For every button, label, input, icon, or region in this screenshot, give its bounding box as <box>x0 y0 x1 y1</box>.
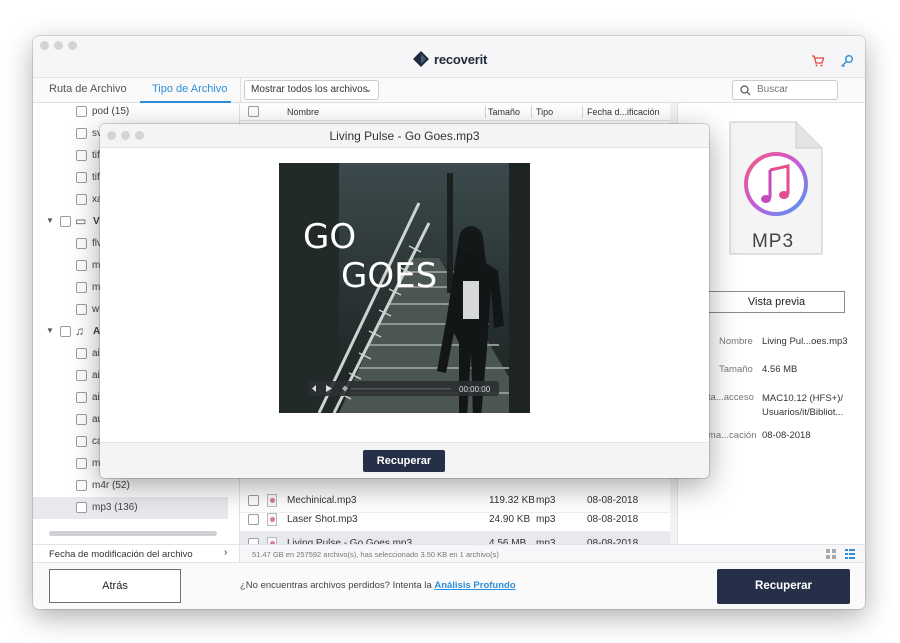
horizontal-scrollbar[interactable] <box>49 531 217 536</box>
prop-name-value: Living Pul...oes.mp3 <box>762 336 848 347</box>
checkbox[interactable] <box>76 458 87 469</box>
sort-by-date[interactable]: Fecha de modificación del archivo › <box>33 544 240 562</box>
chevron-down-icon: ⌄ <box>364 84 372 94</box>
checkbox[interactable] <box>248 514 259 525</box>
cover-title-line-1: GO <box>303 217 356 257</box>
bottom-bar: Atrás ¿No encuentras archivos perdidos? … <box>33 562 865 609</box>
checkbox[interactable] <box>76 480 87 491</box>
checkbox[interactable] <box>60 216 71 227</box>
checkbox[interactable] <box>76 414 87 425</box>
minimize-modal-button[interactable] <box>121 131 130 140</box>
album-cover: GO GOES 00:00:00 <box>279 163 530 413</box>
title-bar: recoverit <box>33 36 865 78</box>
audio-file-icon <box>267 494 277 507</box>
grid-view-icon[interactable] <box>826 549 836 559</box>
chevron-right-icon: › <box>224 547 228 558</box>
prompt-text: ¿No encuentras archivos perdidos? Intent… <box>240 580 432 591</box>
prop-name-key: Nombre <box>719 336 753 347</box>
audio-file-icon <box>267 513 277 526</box>
tabs-bar: Ruta de Archivo Tipo de Archivo Mostrar … <box>33 78 865 103</box>
progress-track[interactable] <box>351 388 451 390</box>
checkbox[interactable] <box>60 326 71 337</box>
checkbox[interactable] <box>76 304 87 315</box>
checkbox[interactable] <box>76 436 87 447</box>
close-modal-button[interactable] <box>107 131 116 140</box>
table-header: Nombre Tamaño Tipo Fecha d...ificación <box>240 103 670 121</box>
status-bar: 51.47 GB en 257592 archivo(s), has selec… <box>240 544 865 562</box>
column-header-date[interactable]: Fecha d...ificación <box>587 107 660 117</box>
deep-scan-link[interactable]: Análisis Profundo <box>434 580 515 591</box>
column-header-type[interactable]: Tipo <box>536 107 553 117</box>
table-row[interactable]: Mechinical.mp3 119.32 KB mp3 08-08-2018 <box>240 489 670 513</box>
checkbox[interactable] <box>76 128 87 139</box>
deep-scan-prompt: ¿No encuentras archivos perdidos? Intent… <box>240 580 516 591</box>
column-divider <box>531 106 532 118</box>
divider <box>240 78 241 103</box>
music-note-icon: ♫ <box>75 324 84 338</box>
column-divider <box>582 106 583 118</box>
cover-title-line-2: GOES <box>341 256 437 296</box>
prop-size-key: Tamaño <box>719 364 753 375</box>
modal-footer: Recuperar <box>100 442 709 478</box>
prop-date-value: 08-08-2018 <box>762 430 811 441</box>
modal-recover-button[interactable]: Recuperar <box>363 450 445 472</box>
time-display: 00:00:00 <box>459 385 491 394</box>
recover-button[interactable]: Recuperar <box>717 569 850 604</box>
preview-button[interactable]: Vista previa <box>708 291 845 313</box>
close-window-button[interactable] <box>40 41 49 50</box>
checkbox[interactable] <box>76 370 87 381</box>
zoom-modal-button[interactable] <box>135 131 144 140</box>
chevron-down-icon[interactable]: ▼ <box>46 326 54 335</box>
preview-modal: Living Pulse - Go Goes.mp3 GO GOES 00:00… <box>100 124 709 478</box>
checkbox[interactable] <box>76 260 87 271</box>
checkbox[interactable] <box>76 238 87 249</box>
chevron-down-icon[interactable]: ▼ <box>46 216 54 225</box>
search-box[interactable] <box>732 80 838 100</box>
key-icon[interactable] <box>840 54 854 68</box>
tree-item[interactable]: pod (15) <box>33 101 233 123</box>
checkbox[interactable] <box>76 502 87 513</box>
search-icon <box>740 85 751 96</box>
checkbox[interactable] <box>76 150 87 161</box>
cart-icon[interactable] <box>811 54 825 68</box>
tab-tipo-de-archivo[interactable]: Tipo de Archivo <box>152 83 227 95</box>
filter-dropdown[interactable]: Mostrar todos los archivos ⌄ <box>244 80 379 100</box>
mp3-icon-label: MP3 <box>751 231 795 252</box>
zoom-window-button[interactable] <box>68 41 77 50</box>
tab-ruta-de-archivo[interactable]: Ruta de Archivo <box>49 83 127 95</box>
sort-label: Fecha de modificación del archivo <box>49 549 193 560</box>
app-logo: recoverit <box>413 51 487 67</box>
column-header-size[interactable]: Tamaño <box>488 107 520 117</box>
column-header-name[interactable]: Nombre <box>287 107 319 117</box>
back-button[interactable]: Atrás <box>49 569 181 603</box>
album-art-image: GO GOES 00:00:00 <box>279 163 530 413</box>
tree-item-selected[interactable]: mp3 (136) <box>33 497 228 519</box>
tree-item[interactable]: m4r (52) <box>33 475 233 497</box>
checkbox[interactable] <box>76 106 87 117</box>
minimize-window-button[interactable] <box>54 41 63 50</box>
prop-path-value: MAC10.12 (HFS+)/ Usuarios/it/Bibliot... <box>762 393 844 418</box>
search-input[interactable] <box>757 84 833 95</box>
checkbox[interactable] <box>76 348 87 359</box>
checkbox[interactable] <box>76 392 87 403</box>
list-view-icon[interactable] <box>845 549 855 559</box>
recoverit-logo-icon <box>413 51 429 67</box>
checkbox[interactable] <box>76 172 87 183</box>
modal-title: Living Pulse - Go Goes.mp3 <box>100 124 709 148</box>
checkbox[interactable] <box>76 194 87 205</box>
video-icon: ▭ <box>75 214 87 228</box>
status-text: 51.47 GB en 257592 archivo(s), has selec… <box>252 550 499 559</box>
prop-size-value: 4.56 MB <box>762 364 798 375</box>
checkbox[interactable] <box>248 495 259 506</box>
filter-dropdown-label: Mostrar todos los archivos <box>251 84 368 95</box>
app-name: recoverit <box>434 51 488 67</box>
column-divider <box>485 106 486 118</box>
select-all-checkbox[interactable] <box>248 106 259 117</box>
checkbox[interactable] <box>76 282 87 293</box>
